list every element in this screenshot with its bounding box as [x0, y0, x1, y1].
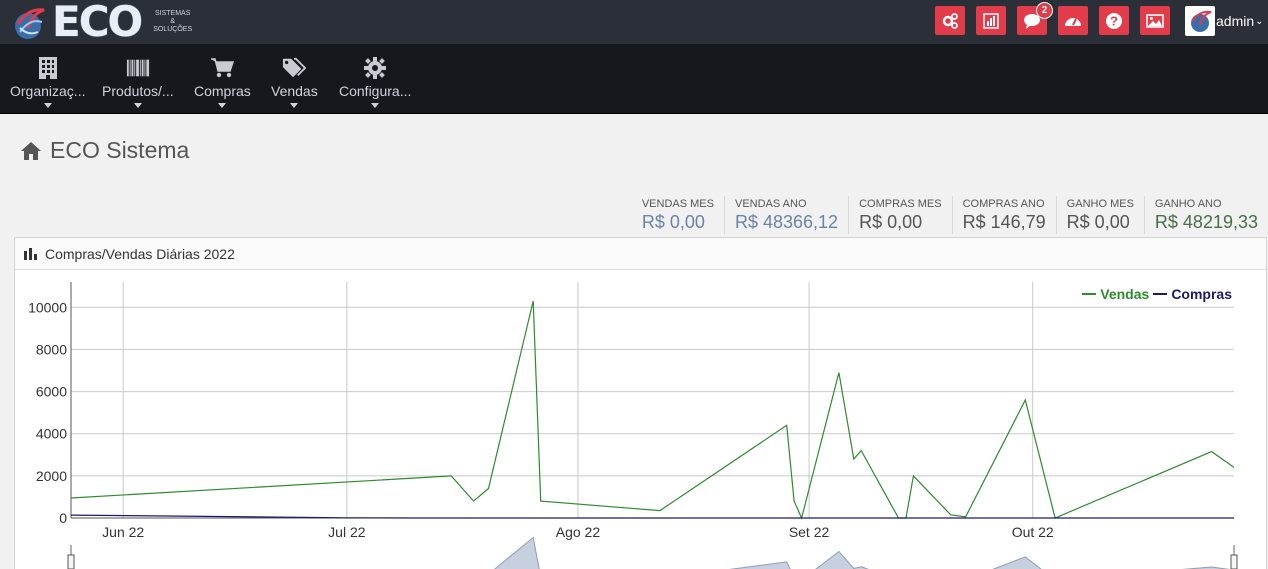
- stat-value: R$ 48366,12: [734, 212, 839, 232]
- page-title-text: ECO Sistema: [50, 137, 190, 163]
- chart-panel: Compras/Vendas Diárias 2022 0 2000 4000 600…: [14, 237, 1267, 569]
- menu-label: Compras: [194, 83, 251, 99]
- svg-text:?: ?: [1110, 13, 1118, 28]
- menu-label: Produtos/...: [102, 83, 174, 99]
- reports-button[interactable]: [976, 6, 1006, 35]
- messages-button[interactable]: 2: [1017, 2, 1053, 35]
- home-icon: [21, 141, 41, 160]
- stat-label: GANHO MES: [1066, 198, 1134, 210]
- bar-chart-icon: [24, 247, 37, 260]
- caret-down-icon: [371, 103, 380, 108]
- stat-value: R$ 146,79: [962, 212, 1046, 232]
- menu-item-organizacao[interactable]: Organizaç...: [10, 44, 85, 114]
- cart-icon: [210, 56, 235, 80]
- y-tick-label: 6000: [36, 384, 67, 400]
- messages-badge: 2: [1036, 2, 1053, 19]
- stat-label: VENDAS MES: [641, 198, 714, 210]
- building-icon: [36, 56, 60, 80]
- stat-vendas-ano: VENDAS ANO R$ 48366,12: [723, 196, 848, 234]
- navigator-handle-right: [1230, 554, 1238, 569]
- stat-label: GANHO ANO: [1154, 198, 1222, 210]
- barcode-icon: [126, 56, 150, 80]
- navigator-handle-left: [67, 554, 75, 569]
- legend-label: Vendas: [1100, 286, 1150, 302]
- image-icon: [1146, 13, 1164, 28]
- x-tick-label: Jul 22: [328, 524, 366, 540]
- caret-down-icon: [43, 103, 52, 108]
- panel-header: Compras/Vendas Diárias 2022: [15, 238, 1266, 270]
- help-button[interactable]: ?: [1099, 6, 1129, 35]
- y-tick-label: 0: [59, 510, 67, 526]
- top-bar: ECO SISTEMAS & SOLUÇÕES 2 ? admin ⌄: [0, 0, 1268, 44]
- report-icon: [983, 12, 999, 29]
- stat-value: R$ 0,00: [641, 212, 705, 232]
- stat-label: VENDAS ANO: [734, 198, 807, 210]
- logo-swirl-icon: [15, 8, 45, 39]
- gear-icon: [363, 56, 387, 80]
- stat-ganho-mes: GANHO MES R$ 0,00: [1055, 196, 1144, 234]
- user-menu[interactable]: admin ⌄: [1185, 6, 1264, 36]
- menu-item-compras[interactable]: Compras: [194, 44, 251, 114]
- x-tick-label: Ago 22: [556, 524, 601, 540]
- stat-value: R$ 0,00: [1066, 212, 1130, 232]
- logo-subtitle-line: SISTEMAS: [154, 10, 191, 17]
- stat-ganho-ano: GANHO ANO R$ 48219,33: [1143, 196, 1268, 234]
- gallery-button[interactable]: [1140, 6, 1170, 35]
- avatar: [1185, 6, 1215, 36]
- settings-icon: [942, 12, 958, 29]
- stat-compras-ano: COMPRAS ANO R$ 146,79: [951, 196, 1056, 234]
- logo-text: ECO: [52, 0, 143, 46]
- y-tick-label: 4000: [36, 426, 67, 442]
- legend-label: Compras: [1171, 286, 1232, 302]
- main-menu: Organizaç... Produtos/... Compras Vendas…: [0, 44, 1268, 114]
- navigator-area: [494, 536, 1230, 569]
- line-chart[interactable]: 0 2000 4000 6000 8000 10000 Jun 22 Jul 22 Ago 22…: [15, 270, 1268, 569]
- menu-label: Organizaç...: [10, 83, 86, 99]
- y-tick-label: 8000: [36, 341, 67, 357]
- menu-item-produtos[interactable]: Produtos/...: [102, 44, 174, 114]
- logo-subtitle: SISTEMAS & SOLUÇÕES: [153, 10, 192, 34]
- stat-label: COMPRAS ANO: [962, 198, 1045, 210]
- stat-value: R$ 0,00: [859, 212, 923, 232]
- stat-vendas-mes: VENDAS MES R$ 0,00: [632, 196, 724, 234]
- page-title: ECO Sistema: [20, 137, 189, 164]
- caret-down-icon: [133, 103, 142, 108]
- x-tick-label: Jun 22: [102, 524, 144, 540]
- x-tick-label: Out 22: [1012, 524, 1054, 540]
- logo-subtitle-line: &: [170, 18, 175, 25]
- caret-down-icon: [290, 103, 299, 108]
- menu-label: Vendas: [271, 83, 318, 99]
- menu-label: Configura...: [339, 83, 412, 99]
- legend-item-vendas[interactable]: Vendas: [1082, 286, 1149, 302]
- stat-compras-mes: COMPRAS MES R$ 0,00: [848, 196, 952, 234]
- chevron-down-icon: ⌄: [1255, 15, 1264, 27]
- help-icon: ?: [1106, 12, 1122, 29]
- menu-item-configuracoes[interactable]: Configura...: [339, 44, 411, 114]
- chart-legend: Vendas Compras: [1082, 286, 1232, 302]
- y-tick-label: 2000: [36, 468, 67, 484]
- logo-subtitle-line: SOLUÇÕES: [153, 26, 193, 33]
- user-name: admin: [1216, 13, 1255, 29]
- series-line-vendas: [70, 300, 1235, 520]
- dashboard-icon: [1065, 17, 1081, 26]
- logo[interactable]: ECO SISTEMAS & SOLUÇÕES: [10, 0, 192, 44]
- stat-label: COMPRAS MES: [859, 198, 942, 210]
- caret-down-icon: [218, 103, 227, 108]
- stats-bar: VENDAS MES R$ 0,00 VENDAS ANO R$ 48366,1…: [632, 196, 1268, 234]
- dashboard-button[interactable]: [1058, 6, 1088, 35]
- stat-value: R$ 48219,33: [1154, 212, 1258, 232]
- panel-title: Compras/Vendas Diárias 2022: [45, 245, 235, 262]
- y-tick-label: 10000: [28, 299, 67, 315]
- user-avatar-icon: [1191, 10, 1212, 32]
- settings-button[interactable]: [935, 6, 965, 35]
- tags-icon: [282, 56, 307, 80]
- menu-item-vendas[interactable]: Vendas: [271, 44, 318, 114]
- legend-item-compras[interactable]: Compras: [1153, 286, 1232, 302]
- x-tick-label: Set 22: [789, 524, 830, 540]
